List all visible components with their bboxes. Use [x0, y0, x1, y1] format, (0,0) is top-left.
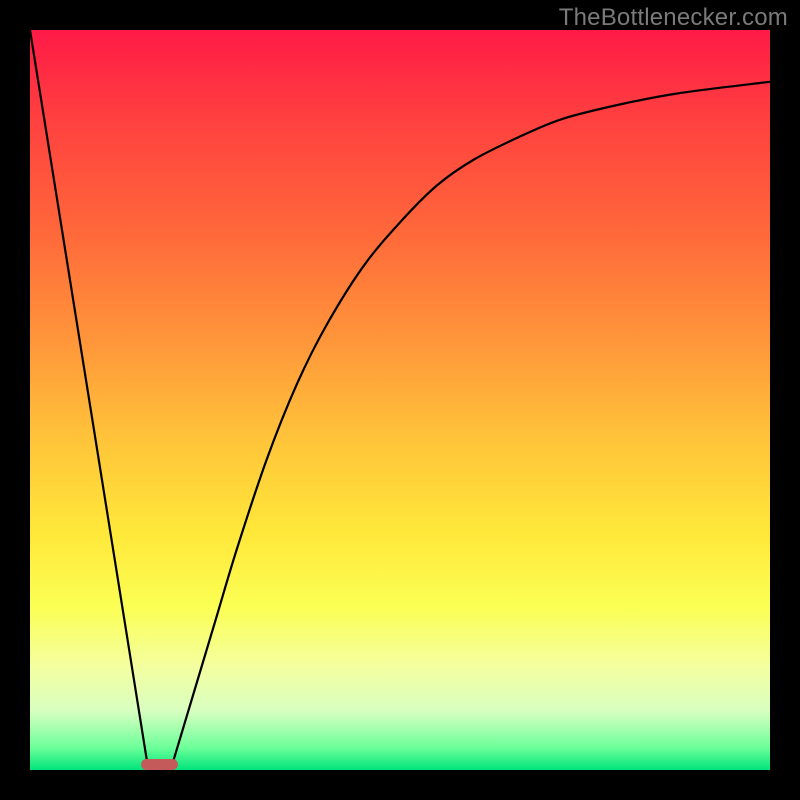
plot-area: [30, 30, 770, 770]
min-point-marker: [141, 759, 178, 770]
chart-frame: TheBottlenecker.com: [0, 0, 800, 800]
right-curve: [171, 82, 770, 770]
watermark-text: TheBottlenecker.com: [559, 4, 788, 32]
left-v-branch: [30, 30, 148, 770]
curves-layer: [30, 30, 770, 770]
